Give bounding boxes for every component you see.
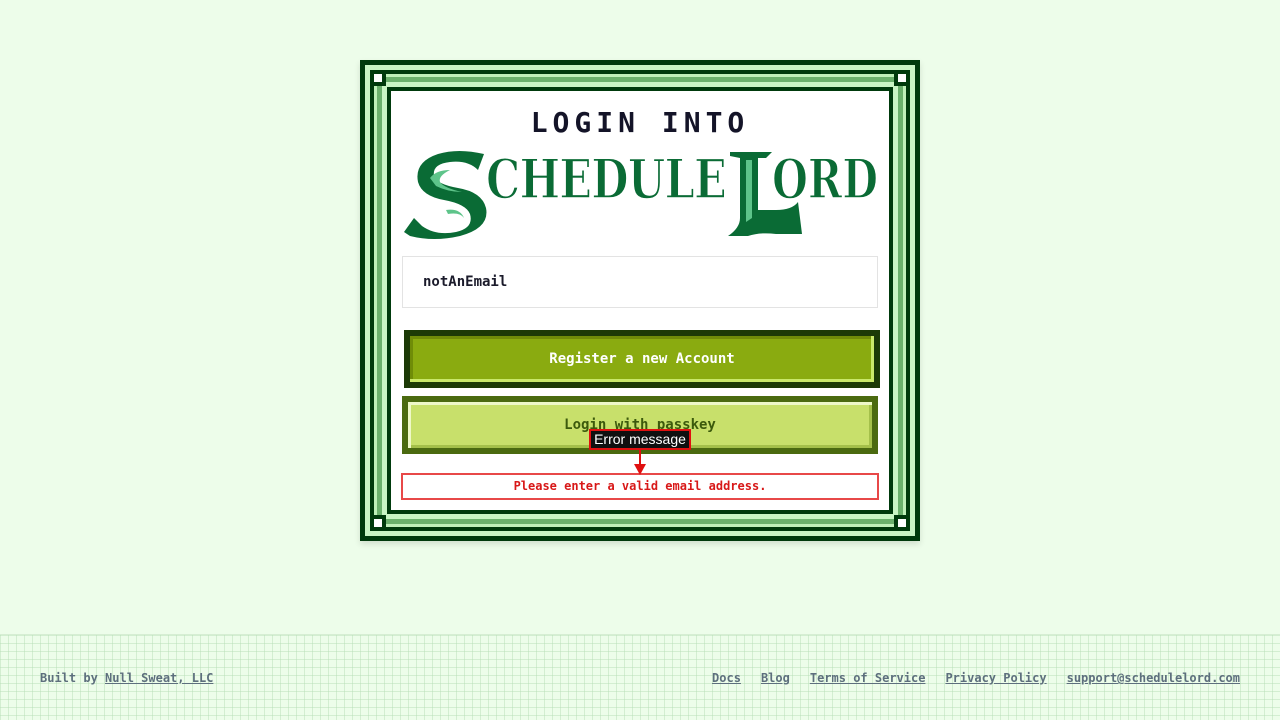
- frame-corner-top-left: [370, 70, 386, 86]
- null-sweat-link[interactable]: Null Sweat, LLC: [105, 671, 213, 685]
- frame-corner-top-right: [894, 70, 910, 86]
- support-email-link[interactable]: support@schedulelord.com: [1067, 671, 1240, 685]
- footer: Built by Null Sweat, LLC Docs Blog Terms…: [0, 634, 1280, 720]
- page-title: LOGIN INTO: [530, 106, 750, 139]
- frame-corner-bottom-right: [894, 515, 910, 531]
- built-by-label: Built by: [40, 671, 98, 685]
- footer-credits: Built by Null Sweat, LLC: [40, 671, 213, 685]
- annotation-arrow-icon: [634, 450, 646, 475]
- schedulelord-logo: CHEDULE ORD: [404, 148, 879, 239]
- error-message: Please enter a valid email address.: [401, 473, 879, 500]
- email-input[interactable]: [402, 256, 878, 308]
- logo-text-chedule: CHEDULE: [486, 148, 726, 211]
- docs-link[interactable]: Docs: [712, 671, 741, 685]
- register-button[interactable]: Register a new Account: [404, 330, 880, 388]
- footer-links: Docs Blog Terms of Service Privacy Polic…: [712, 671, 1240, 685]
- logo-letter-s: [404, 151, 487, 239]
- blog-link[interactable]: Blog: [761, 671, 790, 685]
- annotation-label: Error message: [589, 429, 691, 450]
- frame-corner-bottom-left: [370, 515, 386, 531]
- logo-text-ord: ORD: [772, 148, 878, 211]
- privacy-policy-link[interactable]: Privacy Policy: [945, 671, 1046, 685]
- terms-of-service-link[interactable]: Terms of Service: [810, 671, 926, 685]
